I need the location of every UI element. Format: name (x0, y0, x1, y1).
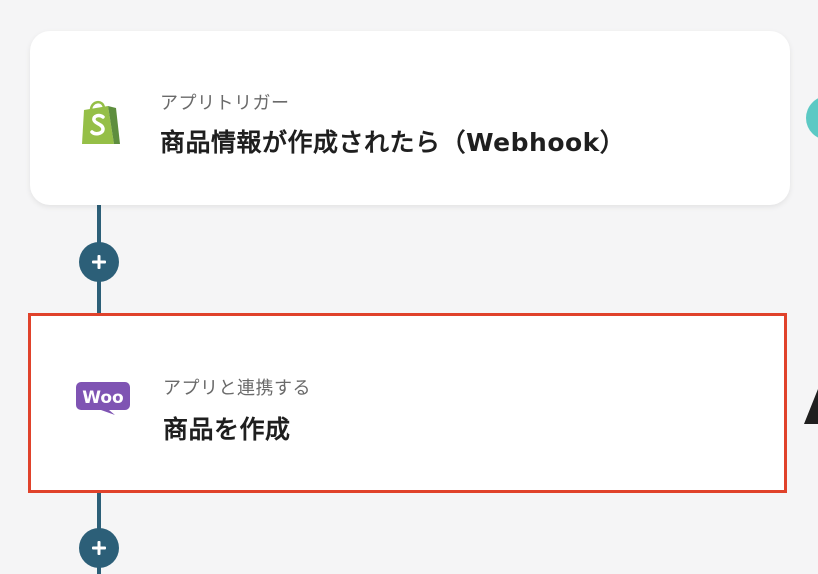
woo-logo-text: Woo (82, 388, 124, 408)
add-step-button[interactable] (79, 242, 119, 282)
add-step-button[interactable] (79, 528, 119, 568)
woocommerce-icon: Woo (75, 378, 131, 418)
step-type-label: アプリと連携する (163, 378, 311, 399)
next-node-indicator (806, 96, 818, 140)
step-title: 商品を作成 (163, 415, 291, 444)
step-type-label: アプリトリガー (160, 93, 290, 114)
plus-icon (91, 540, 107, 556)
warning-icon (804, 384, 818, 424)
shopify-icon (74, 97, 126, 149)
action-step-card[interactable]: Woo アプリと連携する 商品を作成 (28, 313, 787, 493)
plus-icon (91, 254, 107, 270)
step-title: 商品情報が作成されたら（Webhook） (160, 128, 626, 157)
trigger-step-card[interactable]: アプリトリガー 商品情報が作成されたら（Webhook） (30, 31, 790, 205)
